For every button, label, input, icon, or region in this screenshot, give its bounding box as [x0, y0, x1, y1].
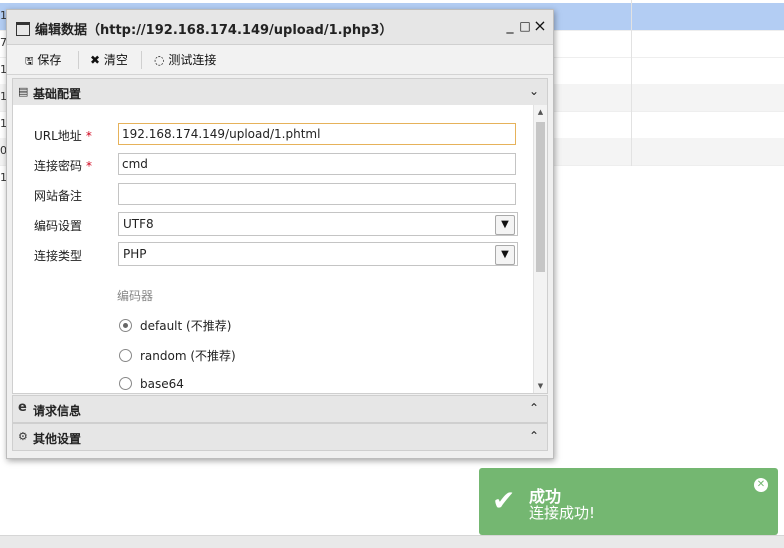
section-request-info-title: 请求信息	[33, 404, 82, 418]
scroll-up-icon[interactable]: ▲	[534, 105, 547, 119]
gears-icon: ⚙	[18, 430, 28, 443]
required-mark: *	[85, 129, 92, 143]
close-icon[interactable]: ✕	[754, 478, 768, 492]
save-button[interactable]: 🖫 保存	[25, 51, 61, 69]
test-connection-label: 测试连接	[168, 53, 217, 67]
clear-icon: ✖	[90, 53, 101, 67]
window-icon	[16, 22, 30, 36]
chevron-down-icon[interactable]: ▼	[495, 215, 515, 235]
chevron-down-icon[interactable]: ⌄	[529, 84, 539, 98]
browser-icon: e	[18, 400, 27, 415]
radio-icon[interactable]	[119, 377, 132, 390]
scroll-down-icon[interactable]: ▼	[534, 379, 547, 393]
site-note-label: 网站备注	[34, 189, 83, 203]
section-request-info-header[interactable]: e 请求信息 ⌃	[12, 395, 548, 423]
clear-label: 清空	[103, 53, 128, 67]
clear-button[interactable]: ✖ 清空	[90, 51, 128, 69]
connection-type-value: PHP	[123, 247, 147, 261]
document-icon: ▤	[18, 85, 29, 98]
test-connection-button[interactable]: ◌ 测试连接	[154, 51, 216, 69]
minimize-button[interactable]: _	[503, 18, 517, 34]
edit-data-dialog: 编辑数据（http://192.168.174.149/upload/1.php…	[6, 9, 554, 459]
connection-type-label: 连接类型	[34, 249, 83, 263]
vertical-scrollbar[interactable]: ▲ ▼	[533, 105, 547, 393]
checkmark-icon: ✔	[492, 484, 516, 517]
spinner-icon: ◌	[154, 53, 165, 67]
encoder-label: 编码器	[117, 289, 154, 303]
scrollbar-thumb[interactable]	[536, 122, 545, 272]
radio-icon[interactable]	[119, 349, 132, 362]
encoder-option-random[interactable]: random (不推荐)	[119, 347, 236, 364]
required-mark: *	[86, 159, 93, 173]
site-note-input[interactable]	[118, 183, 516, 205]
dialog-title: 编辑数据（http://192.168.174.149/upload/1.php…	[35, 23, 393, 38]
encoder-option-default[interactable]: default (不推荐)	[119, 317, 231, 334]
password-label: 连接密码 *	[34, 159, 93, 173]
section-basic-config-header[interactable]: ▤ 基础配置 ⌄	[12, 78, 548, 106]
chevron-down-icon[interactable]: ▼	[495, 245, 515, 265]
dialog-titlebar[interactable]: 编辑数据（http://192.168.174.149/upload/1.php…	[7, 10, 553, 45]
status-bar	[0, 535, 784, 548]
url-input[interactable]	[118, 123, 516, 145]
save-label: 保存	[37, 53, 62, 67]
radio-selected-icon[interactable]	[119, 319, 132, 332]
toast-message: 连接成功!	[529, 504, 596, 522]
section-other-settings-title: 其他设置	[33, 432, 82, 446]
password-input[interactable]	[118, 153, 516, 175]
section-basic-config-title: 基础配置	[33, 87, 82, 101]
maximize-button[interactable]: □	[518, 18, 532, 34]
encoding-select[interactable]: UTF8 ▼	[118, 212, 518, 236]
encoding-label: 编码设置	[34, 219, 83, 233]
column-divider	[631, 0, 632, 166]
success-toast: ✔ 成功 连接成功! ✕	[479, 468, 778, 535]
toolbar-divider	[141, 51, 142, 69]
encoder-option-base64[interactable]: base64	[119, 377, 184, 391]
close-button[interactable]: ×	[533, 18, 547, 34]
save-icon: 🖫	[25, 56, 34, 67]
toolbar-divider	[78, 51, 79, 69]
chevron-up-icon[interactable]: ⌃	[529, 429, 539, 443]
url-label: URL地址 *	[34, 129, 92, 143]
dialog-toolbar: 🖫 保存 ✖ 清空 ◌ 测试连接	[7, 45, 553, 75]
section-other-settings-header[interactable]: ⚙ 其他设置 ⌃	[12, 423, 548, 451]
chevron-up-icon[interactable]: ⌃	[529, 401, 539, 415]
encoding-value: UTF8	[123, 217, 154, 231]
connection-type-select[interactable]: PHP ▼	[118, 242, 518, 266]
basic-config-panel: URL地址* 连接密码* 网站备注 编码设置 UTF8 ▼ 连接类型 PHP ▼…	[12, 105, 548, 394]
